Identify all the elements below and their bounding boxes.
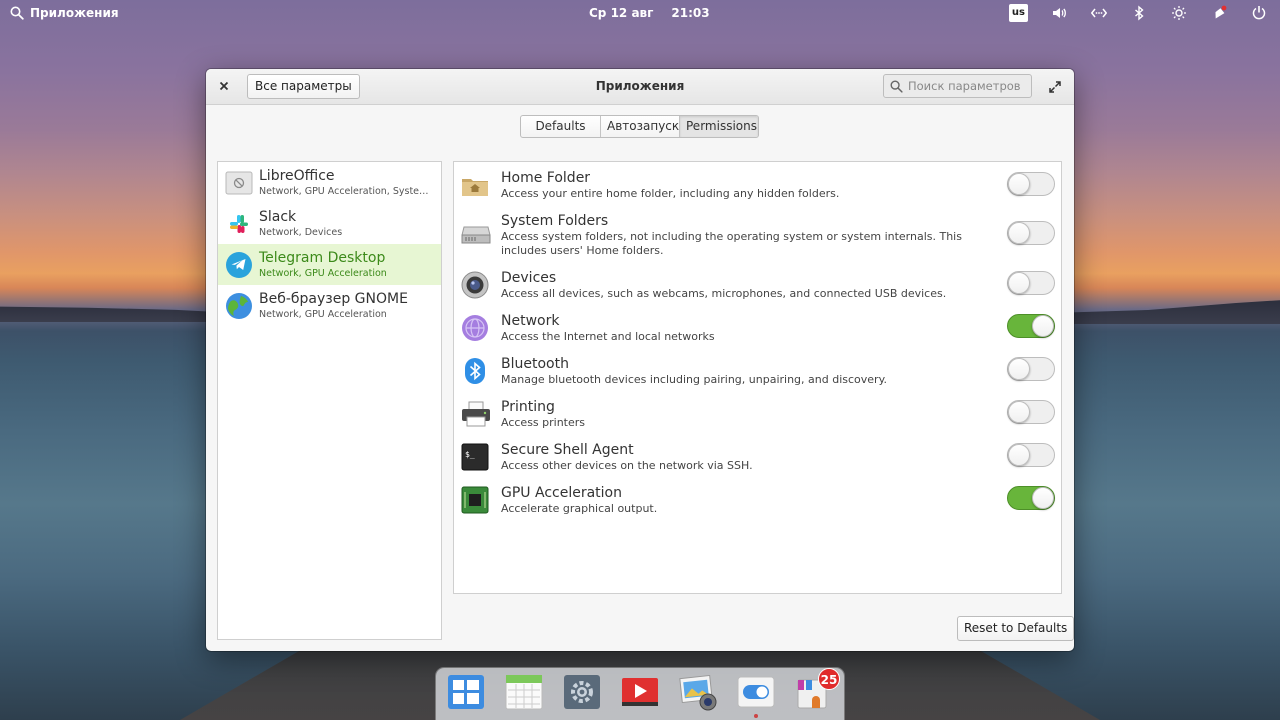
app-name: LibreOffice xyxy=(259,168,335,184)
devices-switch[interactable] xyxy=(1007,271,1055,295)
permission-title: Bluetooth xyxy=(501,356,569,372)
permission-description: Manage bluetooth devices including pairi… xyxy=(501,373,888,386)
permission-title: Printing xyxy=(501,399,555,415)
app-name: Telegram Desktop xyxy=(259,250,386,266)
hard-drive-icon xyxy=(461,219,491,247)
system-folders-switch[interactable] xyxy=(1007,221,1055,245)
appcenter-icon[interactable]: 25 xyxy=(794,668,840,712)
power-icon[interactable] xyxy=(1250,4,1268,22)
permission-description: Access system folders, not including the… xyxy=(501,230,962,257)
permission-title: Home Folder xyxy=(501,170,591,186)
app-name: Slack xyxy=(259,209,297,225)
bluetooth-icon xyxy=(461,357,489,385)
calendar-icon[interactable] xyxy=(504,672,544,712)
app-name: Веб-браузер GNOME xyxy=(259,291,408,307)
printer-icon xyxy=(461,400,490,428)
switch-knob xyxy=(1008,401,1030,423)
network-icon xyxy=(461,314,489,342)
bluetooth-indicator-icon[interactable] xyxy=(1130,4,1148,22)
permission-title: Secure Shell Agent xyxy=(501,442,634,458)
switch-knob xyxy=(1008,444,1030,466)
permissions-panel: Home Folder Access your entire home fold… xyxy=(453,161,1062,594)
volume-icon[interactable] xyxy=(1050,4,1068,22)
home-folder-icon xyxy=(461,172,489,200)
app-permissions-summary: Network, Devices xyxy=(259,227,343,238)
ssh-agent-switch[interactable] xyxy=(1007,443,1055,467)
app-permissions-summary: Network, GPU Acceleration, System Folder… xyxy=(259,186,437,197)
search-input[interactable] xyxy=(908,79,1028,93)
night-light-icon[interactable] xyxy=(1170,4,1188,22)
libreoffice-icon xyxy=(225,169,253,197)
search-field[interactable] xyxy=(883,74,1032,98)
maximize-icon xyxy=(1049,81,1061,93)
app-permissions-summary: Network, GPU Acceleration xyxy=(259,268,387,279)
webcam-icon xyxy=(461,271,489,299)
applications-menu-label: Приложения xyxy=(30,6,119,20)
reset-to-defaults-button[interactable]: Reset to Defaults xyxy=(957,616,1074,641)
permission-description: Access printers xyxy=(501,416,586,429)
app-list-item-slack[interactable]: Slack Network, Devices xyxy=(218,203,441,244)
search-icon xyxy=(10,6,24,20)
permission-title: GPU Acceleration xyxy=(501,485,622,501)
gnome-web-icon xyxy=(225,292,253,320)
permission-description: Accelerate graphical output. xyxy=(501,502,658,515)
permission-description: Access other devices on the network via … xyxy=(501,459,753,472)
home-folder-switch[interactable] xyxy=(1007,172,1055,196)
app-list-item-telegram[interactable]: Telegram Desktop Network, GPU Accelerati… xyxy=(218,244,441,285)
switch-knob xyxy=(1032,487,1054,509)
maximize-button[interactable] xyxy=(1047,79,1063,95)
indicators: us xyxy=(1008,4,1268,22)
network-wired-icon[interactable] xyxy=(1090,4,1108,22)
network-switch[interactable] xyxy=(1007,314,1055,338)
permission-description: Access your entire home folder, includin… xyxy=(501,187,840,200)
tab-autostart[interactable]: Автозапуск xyxy=(601,116,680,137)
switch-knob xyxy=(1008,358,1030,380)
permission-description: Access the Internet and local networks xyxy=(501,330,715,343)
multitasking-view-icon[interactable] xyxy=(446,672,486,712)
dock: 25 xyxy=(436,668,844,720)
system-settings-icon[interactable] xyxy=(562,672,602,712)
running-indicator xyxy=(754,714,758,718)
app-list-item-gnome-web[interactable]: Веб-браузер GNOME Network, GPU Accelerat… xyxy=(218,285,441,326)
svg-text:$_: $_ xyxy=(465,450,475,459)
app-list-item-libreoffice[interactable]: LibreOffice Network, GPU Acceleration, S… xyxy=(218,162,441,203)
permission-title: Network xyxy=(501,313,560,329)
time-label: 21:03 xyxy=(671,6,710,20)
switch-knob xyxy=(1008,272,1030,294)
datetime-indicator[interactable]: Ср 12 авг 21:03 xyxy=(589,6,710,20)
titlebar: Все параметры Приложения xyxy=(206,69,1074,105)
switch-knob xyxy=(1008,222,1030,244)
app-permissions-summary: Network, GPU Acceleration xyxy=(259,309,387,320)
telegram-icon xyxy=(225,251,253,279)
horizon-land-right xyxy=(1060,300,1280,324)
notifications-icon[interactable] xyxy=(1210,4,1228,22)
tab-permissions[interactable]: Permissions xyxy=(680,116,758,137)
photos-icon[interactable] xyxy=(678,672,718,712)
horizon-land-left xyxy=(0,306,220,322)
top-panel: Приложения Ср 12 авг 21:03 us xyxy=(0,0,1280,28)
videos-icon[interactable] xyxy=(620,672,660,712)
permission-title: Devices xyxy=(501,270,557,286)
gpu-acceleration-switch[interactable] xyxy=(1007,486,1055,510)
settings-window: Все параметры Приложения Defaults Автоза… xyxy=(206,69,1074,651)
terminal-icon: $_ xyxy=(461,443,489,471)
applications-menu[interactable]: Приложения xyxy=(10,6,119,20)
appcenter-update-badge: 25 xyxy=(818,668,840,690)
search-icon xyxy=(890,80,903,93)
printing-switch[interactable] xyxy=(1007,400,1055,424)
app-list: LibreOffice Network, GPU Acceleration, S… xyxy=(217,161,442,640)
keyboard-layout-indicator[interactable]: us xyxy=(1008,4,1028,22)
permission-description: Access all devices, such as webcams, mic… xyxy=(501,287,947,300)
switch-knob xyxy=(1032,315,1054,337)
view-switcher: Defaults Автозапуск Permissions xyxy=(520,115,759,138)
gpu-chip-icon xyxy=(461,486,489,514)
date-label: Ср 12 авг xyxy=(589,6,654,20)
switchboard-toggle-icon[interactable] xyxy=(736,672,776,712)
switch-knob xyxy=(1008,173,1030,195)
slack-icon xyxy=(225,210,253,238)
permission-title: System Folders xyxy=(501,213,609,229)
tab-defaults[interactable]: Defaults xyxy=(521,116,601,137)
bluetooth-switch[interactable] xyxy=(1007,357,1055,381)
